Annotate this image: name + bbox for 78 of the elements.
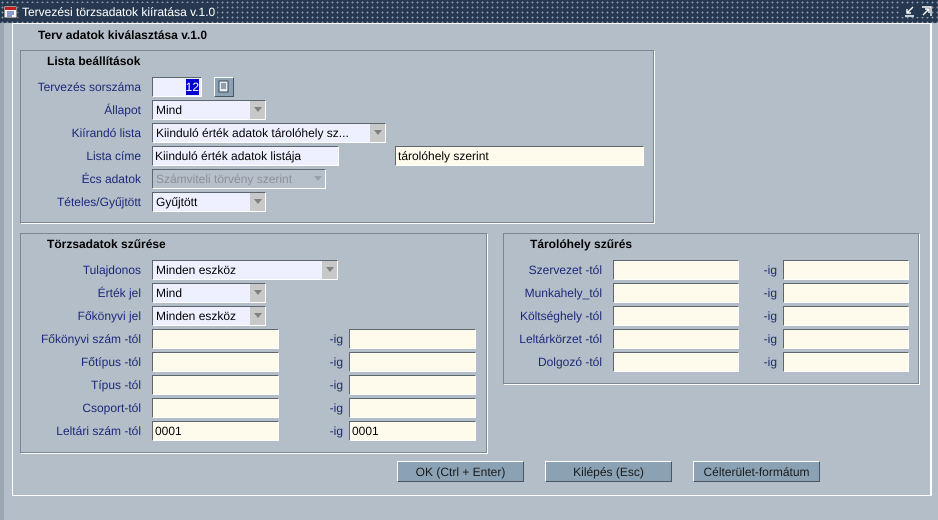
to-label: -ig	[328, 354, 344, 370]
field-label: Főkönyvi jel	[76, 308, 142, 324]
dropdown-arrow-icon	[254, 107, 262, 112]
field-label: Költséghely -tól	[518, 308, 603, 324]
action-button[interactable]: OK (Ctrl + Enter)	[397, 461, 524, 482]
to-label: -ig	[762, 262, 778, 278]
input-field[interactable]	[349, 398, 476, 418]
input-field[interactable]	[613, 282, 739, 302]
field-label: Csoport-tól	[81, 400, 142, 416]
document-icon	[218, 80, 230, 93]
field-label: Tételes/Gyűjtött	[56, 194, 142, 210]
field-label: Tervezés sorszáma	[36, 78, 142, 96]
field-label: Érték jel	[96, 284, 142, 302]
to-label: -ig	[762, 284, 778, 302]
group-title: Törzsadatok szűrése	[46, 236, 167, 253]
input-field[interactable]	[152, 374, 279, 394]
input-field[interactable]	[783, 352, 909, 372]
input-field[interactable]	[349, 328, 476, 348]
input-field[interactable]	[349, 374, 476, 394]
input-field[interactable]: tárolóhely szerint	[395, 146, 644, 166]
dropdown-arrow-icon	[254, 199, 262, 204]
maximize-icon[interactable]	[921, 6, 932, 17]
to-label: -ig	[328, 422, 344, 440]
list-picker-button[interactable]	[214, 76, 234, 96]
input-field[interactable]	[783, 282, 909, 302]
dropdown[interactable]: Gyűjtött	[152, 192, 266, 212]
field-label: Állapot	[103, 102, 142, 118]
to-label: -ig	[328, 376, 344, 394]
action-button[interactable]: Célterület-formátum	[693, 461, 820, 482]
field-label: Tulajdonos	[82, 262, 142, 278]
to-label: -ig	[328, 330, 344, 348]
to-label: -ig	[762, 354, 778, 370]
input-field[interactable]	[613, 328, 739, 348]
field-label: Leltárkörzet -tól	[518, 330, 603, 348]
dropdown-arrow-icon	[374, 130, 382, 135]
input-field[interactable]	[349, 352, 476, 372]
field-label: Főtípus -tól	[80, 354, 142, 370]
dropdown-arrow-icon	[314, 176, 322, 181]
field-label: Kiírandó lista	[70, 124, 142, 142]
dropdown-arrow-icon	[326, 267, 334, 272]
input-field[interactable]	[152, 352, 279, 372]
input-field[interactable]: 12	[152, 76, 202, 96]
action-button[interactable]: Kilépés (Esc)	[545, 461, 672, 482]
input-field[interactable]: 0001	[152, 420, 279, 440]
field-label: Lista címe	[85, 148, 142, 164]
input-field[interactable]	[783, 306, 909, 326]
dropdown[interactable]: Kiinduló érték adatok tárolóhely sz...	[152, 122, 386, 142]
field-label: Főkönyvi szám -tól	[40, 330, 142, 348]
field-label: Leltári szám -tól	[55, 422, 142, 440]
form-heading: Terv adatok kiválasztása v.1.0	[37, 27, 208, 44]
group-title: Lista beállítások	[46, 53, 142, 70]
dropdown-arrow-icon	[254, 290, 262, 295]
dropdown[interactable]: Mind	[152, 100, 266, 120]
field-label: Típus -tól	[90, 376, 142, 394]
dropdown-arrow-icon	[254, 313, 262, 318]
input-field[interactable]: 0001	[349, 420, 476, 440]
dropdown[interactable]: Minden eszköz	[152, 260, 338, 280]
dropdown[interactable]: Mind	[152, 282, 266, 302]
input-field[interactable]	[613, 306, 739, 326]
input-field[interactable]	[613, 260, 739, 280]
field-label: Szervezet -tól	[528, 262, 603, 278]
to-label: -ig	[762, 330, 778, 348]
input-field[interactable]	[783, 260, 909, 280]
field-label: Munkahely_tól	[524, 284, 603, 302]
group-title: Tárolóhely szűrés	[529, 236, 634, 253]
dropdown[interactable]: Minden eszköz	[152, 306, 266, 326]
minimize-icon[interactable]	[904, 6, 915, 17]
window-title: Tervezési törzsadatok kiíratása v.1.0	[20, 2, 218, 20]
input-field[interactable]: Kiinduló érték adatok listája	[152, 146, 339, 166]
to-label: -ig	[328, 400, 344, 416]
input-field[interactable]	[613, 352, 739, 372]
app-icon	[3, 4, 18, 19]
field-label: Écs adatok	[80, 170, 142, 188]
to-label: -ig	[762, 308, 778, 324]
input-field[interactable]	[152, 328, 279, 348]
input-field[interactable]	[152, 398, 279, 418]
input-field[interactable]	[783, 328, 909, 348]
field-label: Dolgozó -tól	[536, 354, 603, 370]
